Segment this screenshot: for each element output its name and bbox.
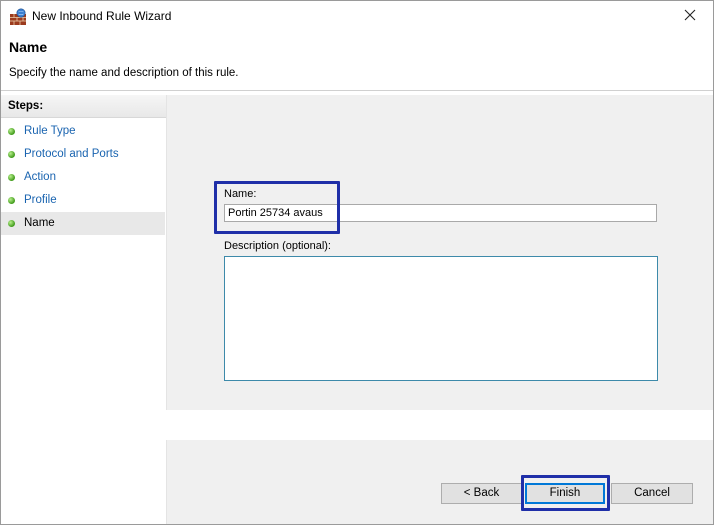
title-bar: New Inbound Rule Wizard: [1, 1, 713, 32]
step-protocol-and-ports[interactable]: Protocol and Ports: [1, 143, 165, 166]
description-label: Description (optional):: [224, 240, 331, 252]
step-label: Rule Type: [24, 125, 76, 137]
step-complete-dot-icon: [8, 197, 15, 204]
wizard-header: Name Specify the name and description of…: [1, 32, 713, 91]
close-button[interactable]: [667, 1, 713, 32]
step-action[interactable]: Action: [1, 166, 165, 189]
step-complete-dot-icon: [8, 151, 15, 158]
step-profile[interactable]: Profile: [1, 189, 165, 212]
step-label: Protocol and Ports: [24, 148, 119, 160]
page-subtitle: Specify the name and description of this…: [9, 67, 239, 79]
close-icon: [684, 9, 696, 24]
content-panel: Name: Portin 25734 avaus Description (op…: [167, 95, 713, 524]
window-title: New Inbound Rule Wizard: [32, 9, 172, 23]
step-label: Action: [24, 171, 56, 183]
cancel-button[interactable]: Cancel: [611, 483, 693, 504]
screenshot-cut-band: [1, 410, 713, 440]
step-complete-dot-icon: [8, 174, 15, 181]
step-label: Name: [24, 217, 55, 229]
finish-button-highlight: [521, 475, 610, 511]
steps-title: Steps:: [1, 95, 166, 118]
firewall-wall-icon: [9, 8, 27, 26]
back-button[interactable]: < Back: [441, 483, 522, 504]
name-field-highlight: [214, 181, 340, 234]
step-name: Name: [1, 212, 165, 235]
step-rule-type[interactable]: Rule Type: [1, 120, 165, 143]
page-title: Name: [9, 39, 48, 55]
wizard-window: New Inbound Rule Wizard Name Specify the…: [0, 0, 714, 525]
step-label: Profile: [24, 194, 57, 206]
step-current-dot-icon: [8, 220, 15, 227]
steps-panel: Steps: Rule Type Protocol and Ports Acti…: [1, 95, 167, 524]
description-textarea[interactable]: [224, 256, 658, 381]
header-divider: [1, 90, 713, 91]
step-complete-dot-icon: [8, 128, 15, 135]
